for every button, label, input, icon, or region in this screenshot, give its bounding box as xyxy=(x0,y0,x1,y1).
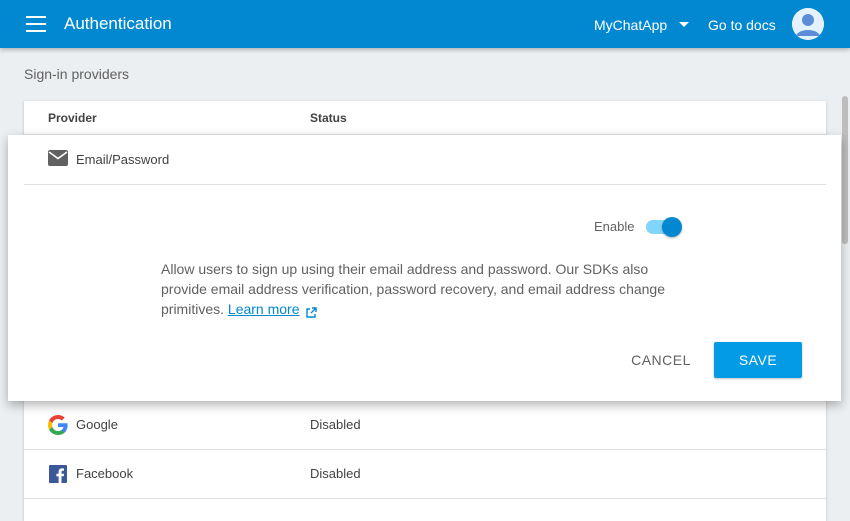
provider-description: Allow users to sign up using their email… xyxy=(161,259,681,319)
facebook-icon xyxy=(48,464,68,484)
mail-icon xyxy=(48,150,68,166)
provider-name: Email/Password xyxy=(76,152,170,167)
chevron-down-icon[interactable] xyxy=(679,22,689,27)
project-selector[interactable]: MyChatApp xyxy=(594,17,667,33)
provider-status: Disabled xyxy=(310,417,361,432)
provider-name: Facebook xyxy=(76,466,134,481)
panel-header[interactable]: Email/Password xyxy=(24,135,826,185)
external-link-icon[interactable] xyxy=(305,304,317,318)
avatar[interactable] xyxy=(792,8,824,40)
provider-status: Disabled xyxy=(310,466,361,481)
enable-toggle[interactable] xyxy=(646,217,682,237)
column-header-status: Status xyxy=(310,111,347,125)
save-button[interactable]: SAVE xyxy=(714,342,802,378)
toggle-knob xyxy=(662,217,682,237)
table-row[interactable]: Facebook Disabled xyxy=(24,450,826,499)
cancel-button[interactable]: CANCEL xyxy=(622,342,700,378)
google-icon xyxy=(48,415,68,435)
provider-name: Google xyxy=(76,417,118,432)
top-app-bar: Authentication MyChatApp Go to docs xyxy=(0,0,850,48)
column-header-provider: Provider xyxy=(48,111,97,125)
scrollbar[interactable] xyxy=(842,96,848,244)
table-row[interactable]: Google Disabled xyxy=(24,401,826,450)
menu-icon[interactable] xyxy=(26,16,46,32)
page-title: Authentication xyxy=(64,14,172,33)
table-header: Provider Status xyxy=(24,101,826,135)
enable-label: Enable xyxy=(594,219,635,234)
section-title: Sign-in providers xyxy=(24,66,130,82)
learn-more-link[interactable]: Learn more xyxy=(228,301,300,317)
go-to-docs-link[interactable]: Go to docs xyxy=(708,17,776,33)
email-password-panel: Email/Password Enable Allow users to sig… xyxy=(8,135,841,401)
